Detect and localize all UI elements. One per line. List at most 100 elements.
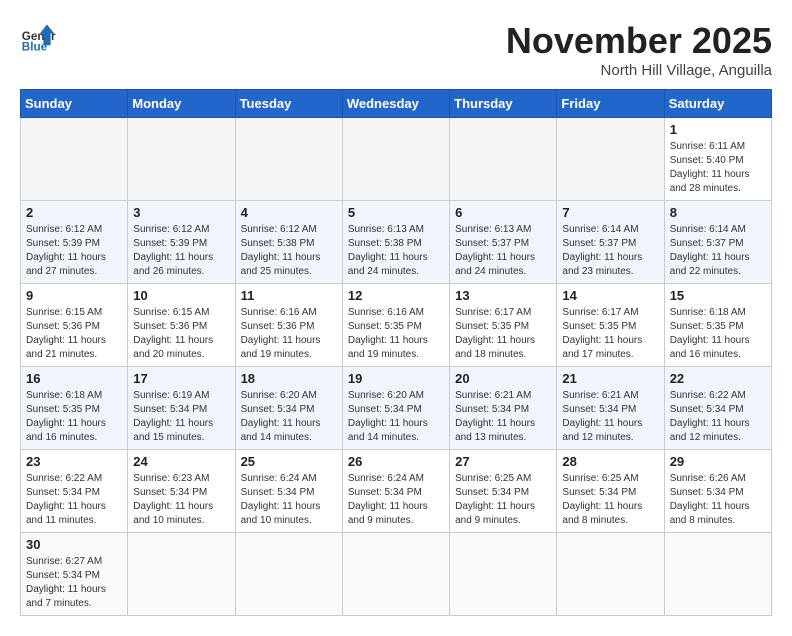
weekday-header-saturday: Saturday [664,90,771,118]
day-info: Sunrise: 6:21 AMSunset: 5:34 PMDaylight:… [562,389,658,445]
day-number: 4 [241,205,337,220]
calendar-cell [450,118,557,201]
calendar-table: SundayMondayTuesdayWednesdayThursdayFrid… [20,89,772,616]
day-info: Sunrise: 6:24 AMSunset: 5:34 PMDaylight:… [348,472,444,528]
calendar-cell: 24 Sunrise: 6:23 AMSunset: 5:34 PMDayligh… [128,450,235,533]
day-info: Sunrise: 6:21 AMSunset: 5:34 PMDaylight:… [455,389,551,445]
calendar-cell: 6Sunrise: 6:13 AMSunset: 5:37 PMDaylight… [450,201,557,284]
day-number: 18 [241,371,337,386]
day-number: 8 [670,205,766,220]
day-number: 30 [26,537,122,552]
weekday-header-thursday: Thursday [450,90,557,118]
calendar-cell: 1Sunrise: 6:11 AMSunset: 5:40 PMDaylight… [664,118,771,201]
day-number: 12 [348,288,444,303]
day-info: Sunrise: 6:14 AMSunset: 5:37 PMDaylight:… [562,223,658,279]
calendar-cell: 12Sunrise: 6:16 AMSunset: 5:35 PMDayligh… [342,284,449,367]
calendar-cell: 21 Sunrise: 6:21 AMSunset: 5:34 PMDayligh… [557,367,664,450]
calendar-cell: 9Sunrise: 6:15 AMSunset: 5:36 PMDaylight… [21,284,128,367]
calendar-cell: 28Sunrise: 6:25 AMSunset: 5:34 PMDayligh… [557,450,664,533]
day-info: Sunrise: 6:27 AMSunset: 5:34 PMDaylight:… [26,555,122,611]
day-info: Sunrise: 6:17 AMSunset: 5:35 PMDaylight:… [455,306,551,362]
calendar-cell: 7 Sunrise: 6:14 AMSunset: 5:37 PMDaylight… [557,201,664,284]
day-info: Sunrise: 6:17 AMSunset: 5:35 PMDaylight:… [562,306,658,362]
day-number: 24 [133,454,229,469]
day-number: 19 [348,371,444,386]
calendar-cell [557,533,664,616]
weekday-header-row: SundayMondayTuesdayWednesdayThursdayFrid… [21,90,772,118]
calendar-cell [21,118,128,201]
weekday-header-sunday: Sunday [21,90,128,118]
day-info: Sunrise: 6:20 AMSunset: 5:34 PMDaylight:… [348,389,444,445]
weekday-header-wednesday: Wednesday [342,90,449,118]
day-number: 15 [670,288,766,303]
day-info: Sunrise: 6:12 AMSunset: 5:38 PMDaylight:… [241,223,337,279]
day-info: Sunrise: 6:25 AMSunset: 5:34 PMDaylight:… [562,472,658,528]
calendar-cell [450,533,557,616]
weekday-header-monday: Monday [128,90,235,118]
logo-icon: General Blue [20,20,56,56]
calendar-cell: 22Sunrise: 6:22 AMSunset: 5:34 PMDayligh… [664,367,771,450]
calendar-cell [128,118,235,201]
calendar-week-row: 30 Sunrise: 6:27 AMSunset: 5:34 PMDayligh… [21,533,772,616]
day-number: 25 [241,454,337,469]
day-number: 23 [26,454,122,469]
calendar-cell [342,533,449,616]
day-info: Sunrise: 6:13 AMSunset: 5:38 PMDaylight:… [348,223,444,279]
day-info: Sunrise: 6:14 AMSunset: 5:37 PMDaylight:… [670,223,766,279]
day-number: 20 [455,371,551,386]
day-number: 21 [562,371,658,386]
calendar-week-row: 9Sunrise: 6:15 AMSunset: 5:36 PMDaylight… [21,284,772,367]
calendar-cell [235,533,342,616]
day-info: Sunrise: 6:16 AMSunset: 5:36 PMDaylight:… [241,306,337,362]
day-info: Sunrise: 6:19 AMSunset: 5:34 PMDaylight:… [133,389,229,445]
day-info: Sunrise: 6:23 AMSunset: 5:34 PMDaylight:… [133,472,229,528]
location-title: North Hill Village, Anguilla [506,62,772,79]
calendar-cell [342,118,449,201]
day-info: Sunrise: 6:20 AMSunset: 5:34 PMDaylight:… [241,389,337,445]
calendar-cell: 11 Sunrise: 6:16 AMSunset: 5:36 PMDayligh… [235,284,342,367]
calendar-cell: 30 Sunrise: 6:27 AMSunset: 5:34 PMDayligh… [21,533,128,616]
day-number: 5 [348,205,444,220]
calendar-week-row: 1Sunrise: 6:11 AMSunset: 5:40 PMDaylight… [21,118,772,201]
title-area: November 2025 North Hill Village, Anguil… [506,20,772,79]
day-info: Sunrise: 6:25 AMSunset: 5:34 PMDaylight:… [455,472,551,528]
calendar-cell: 14 Sunrise: 6:17 AMSunset: 5:35 PMDayligh… [557,284,664,367]
calendar-cell: 29Sunrise: 6:26 AMSunset: 5:34 PMDayligh… [664,450,771,533]
day-info: Sunrise: 6:22 AMSunset: 5:34 PMDaylight:… [670,389,766,445]
calendar-week-row: 23Sunrise: 6:22 AMSunset: 5:34 PMDayligh… [21,450,772,533]
day-number: 3 [133,205,229,220]
day-number: 27 [455,454,551,469]
calendar-week-row: 2 Sunrise: 6:12 AMSunset: 5:39 PMDaylight… [21,201,772,284]
calendar-cell: 27 Sunrise: 6:25 AMSunset: 5:34 PMDayligh… [450,450,557,533]
calendar-cell [557,118,664,201]
day-info: Sunrise: 6:15 AMSunset: 5:36 PMDaylight:… [133,306,229,362]
day-number: 14 [562,288,658,303]
day-number: 13 [455,288,551,303]
day-number: 29 [670,454,766,469]
day-number: 17 [133,371,229,386]
calendar-cell [128,533,235,616]
calendar-cell: 5 Sunrise: 6:13 AMSunset: 5:38 PMDaylight… [342,201,449,284]
calendar-cell: 13 Sunrise: 6:17 AMSunset: 5:35 PMDayligh… [450,284,557,367]
day-info: Sunrise: 6:24 AMSunset: 5:34 PMDaylight:… [241,472,337,528]
day-number: 7 [562,205,658,220]
calendar-cell: 25 Sunrise: 6:24 AMSunset: 5:34 PMDayligh… [235,450,342,533]
calendar-cell: 26 Sunrise: 6:24 AMSunset: 5:34 PMDayligh… [342,450,449,533]
day-number: 10 [133,288,229,303]
calendar-cell: 10 Sunrise: 6:15 AMSunset: 5:36 PMDayligh… [128,284,235,367]
day-number: 1 [670,122,766,137]
day-info: Sunrise: 6:12 AMSunset: 5:39 PMDaylight:… [133,223,229,279]
calendar-cell: 4 Sunrise: 6:12 AMSunset: 5:38 PMDaylight… [235,201,342,284]
day-number: 11 [241,288,337,303]
day-info: Sunrise: 6:18 AMSunset: 5:35 PMDaylight:… [670,306,766,362]
day-info: Sunrise: 6:12 AMSunset: 5:39 PMDaylight:… [26,223,122,279]
month-title: November 2025 [506,20,772,62]
calendar-week-row: 16Sunrise: 6:18 AMSunset: 5:35 PMDayligh… [21,367,772,450]
calendar-cell: 8 Sunrise: 6:14 AMSunset: 5:37 PMDaylight… [664,201,771,284]
calendar-cell [664,533,771,616]
calendar-cell [235,118,342,201]
day-number: 26 [348,454,444,469]
day-info: Sunrise: 6:13 AMSunset: 5:37 PMDaylight:… [455,223,551,279]
calendar-cell: 18 Sunrise: 6:20 AMSunset: 5:34 PMDayligh… [235,367,342,450]
day-number: 2 [26,205,122,220]
